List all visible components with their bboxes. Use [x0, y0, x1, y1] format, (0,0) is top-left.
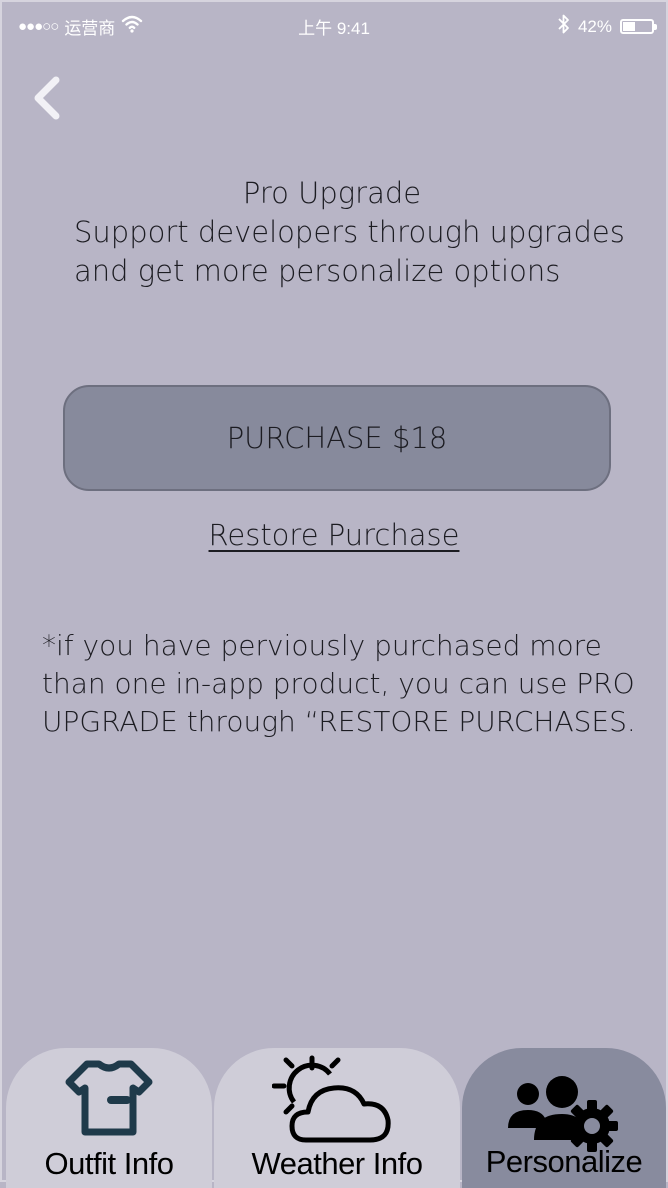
- page-title: Pro Upgrade: [242, 176, 422, 210]
- tab-outfit-info[interactable]: Outfit Info: [6, 1048, 212, 1188]
- back-button[interactable]: [28, 74, 72, 122]
- tshirt-icon: [6, 1054, 212, 1138]
- tab-weather-info[interactable]: Weather Info: [214, 1048, 460, 1188]
- purchase-button[interactable]: PURCHASE $18: [63, 385, 611, 491]
- status-bar: ●●●○○ 运营商 上午 9:41 42%: [2, 2, 666, 48]
- bluetooth-icon: [558, 13, 570, 40]
- tab-outfit-info-label: Outfit Info: [44, 1146, 174, 1181]
- battery-icon: [620, 19, 657, 34]
- tab-weather-info-label: Weather Info: [251, 1146, 423, 1181]
- tab-bar: Outfit Info Weather Info Personalize: [2, 1048, 666, 1188]
- partly-cloudy-icon: [214, 1054, 460, 1150]
- upgrade-headline: Pro Upgrade Support developers through u…: [2, 174, 666, 291]
- chevron-left-icon: [34, 76, 60, 120]
- battery-percent: 42%: [577, 16, 612, 36]
- restore-purchase-link[interactable]: Restore Purchase: [2, 518, 666, 552]
- tab-personalize-label: Personalize: [485, 1144, 643, 1179]
- purchase-button-label: PURCHASE $18: [226, 421, 448, 455]
- users-gear-icon: [462, 1054, 666, 1152]
- upgrade-description: Support developers through upgrades and …: [74, 215, 625, 288]
- status-right: 42%: [558, 13, 657, 40]
- battery-fill: [623, 22, 635, 31]
- tab-personalize[interactable]: Personalize: [462, 1048, 666, 1188]
- restore-note: *if you have perviously purchased more t…: [42, 629, 636, 738]
